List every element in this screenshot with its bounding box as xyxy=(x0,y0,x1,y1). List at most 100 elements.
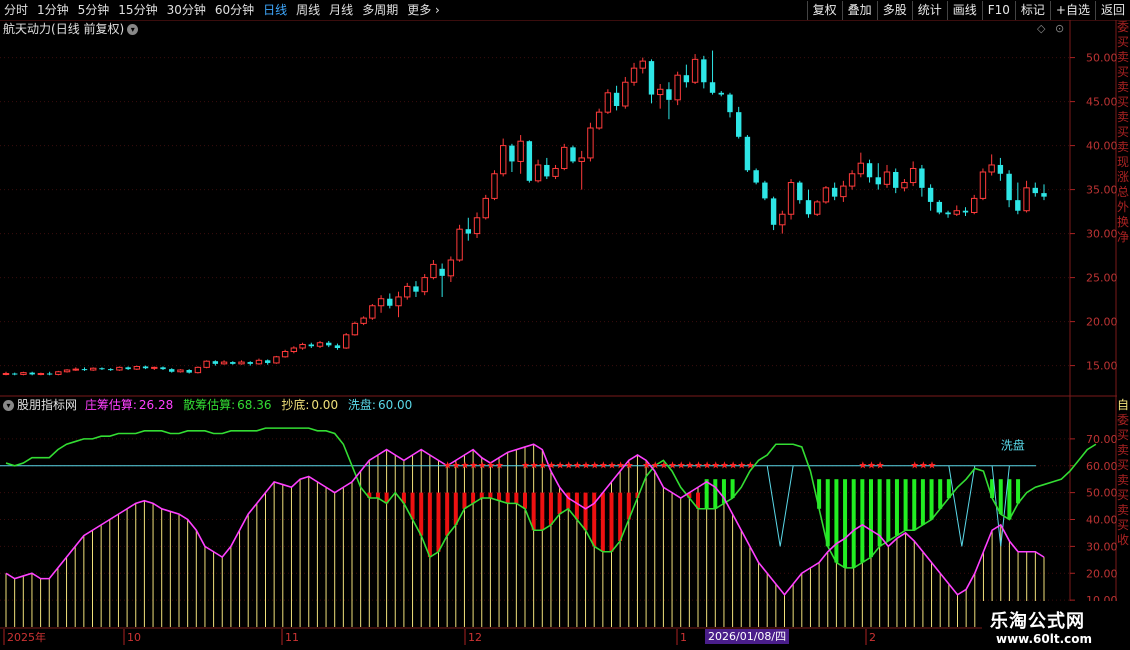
red-bar xyxy=(574,492,579,520)
star-marker: ★ xyxy=(486,460,495,471)
red-bar xyxy=(548,492,553,525)
star-marker: ★ xyxy=(530,460,539,471)
star-marker: ★ xyxy=(478,460,487,471)
candle-body xyxy=(316,342,324,347)
star-marker: ★ xyxy=(616,460,625,471)
red-bar xyxy=(453,492,458,525)
star-marker: ★ xyxy=(720,460,729,471)
red-bar xyxy=(505,492,510,504)
star-marker: ★ xyxy=(573,460,582,471)
candle-body xyxy=(37,373,45,376)
candle-body xyxy=(736,112,742,137)
side-indicator-char: 买 xyxy=(1117,518,1130,532)
candle-body xyxy=(840,185,847,198)
green-bar xyxy=(929,479,934,520)
candle-body xyxy=(701,59,707,83)
candle-body xyxy=(447,259,455,277)
side-quote-char: 换 xyxy=(1117,215,1130,229)
candle-body xyxy=(727,94,733,113)
candle-body xyxy=(509,145,515,162)
watermark-url: www.60lt.com xyxy=(996,632,1093,646)
candle-body xyxy=(587,127,594,159)
candle-body xyxy=(753,170,759,183)
candle-body xyxy=(848,173,856,187)
candle-body xyxy=(604,92,612,113)
candle-body xyxy=(238,361,245,365)
candle-body xyxy=(1006,173,1012,201)
y-tick-label: 20.00 xyxy=(1086,316,1118,329)
candle-body xyxy=(770,198,777,225)
candle-body xyxy=(648,61,655,95)
side-indicator-char: 自 xyxy=(1117,398,1130,412)
candle-body xyxy=(369,305,376,319)
candle-body xyxy=(299,343,306,349)
y-tick-label: 40.00 xyxy=(1086,514,1118,527)
red-bar xyxy=(375,492,380,498)
red-bar xyxy=(462,492,467,509)
time-label: 2 xyxy=(869,631,876,644)
candle-body xyxy=(125,367,131,370)
y-tick-label: 70.00 xyxy=(1086,433,1118,446)
candle-body xyxy=(281,351,289,358)
candle-body xyxy=(116,366,123,371)
candle-body xyxy=(883,171,891,185)
star-marker: ★ xyxy=(538,460,547,471)
candle-body xyxy=(20,372,27,375)
side-quote-char: 外 xyxy=(1117,200,1130,214)
candle-body xyxy=(133,365,141,370)
time-label: 2025年 xyxy=(7,630,46,644)
candle-body xyxy=(421,277,428,293)
candle-body xyxy=(203,360,210,368)
star-marker: ★ xyxy=(694,460,703,471)
side-quote-char: 总 xyxy=(1117,185,1130,199)
y-tick-label: 50.00 xyxy=(1086,487,1118,500)
candle-body xyxy=(482,197,489,219)
candle-body xyxy=(194,366,202,374)
star-marker: ★ xyxy=(443,460,452,471)
candle-body xyxy=(544,164,550,177)
candle-body xyxy=(875,177,881,185)
star-marker: ★ xyxy=(547,460,556,471)
candle-body xyxy=(413,286,419,292)
candle-body xyxy=(90,367,97,371)
y-tick-label: 50.00 xyxy=(1086,52,1118,65)
candle-body xyxy=(762,182,768,199)
candle-body xyxy=(1015,200,1021,211)
red-bar xyxy=(436,492,441,552)
candle-body xyxy=(866,163,873,178)
side-quote-char: 卖 xyxy=(1117,80,1130,94)
candle-body xyxy=(63,369,71,373)
star-marker: ★ xyxy=(685,460,694,471)
green-bar xyxy=(860,479,865,563)
candle-body xyxy=(666,89,672,100)
candle-body xyxy=(1023,187,1030,212)
candle-body xyxy=(517,140,524,162)
candle-body xyxy=(909,167,917,184)
candle-body xyxy=(893,172,899,188)
side-quote-char: 现 xyxy=(1117,155,1130,169)
side-indicator-panel: 自委买卖买卖买卖买收 xyxy=(1117,398,1130,628)
candle-body xyxy=(160,367,166,370)
candle-body xyxy=(377,298,385,307)
candle-body xyxy=(744,136,751,171)
candle-body xyxy=(55,371,62,375)
star-marker: ★ xyxy=(711,460,720,471)
candle-body xyxy=(308,344,314,347)
candle-body xyxy=(919,168,925,188)
red-bar xyxy=(488,492,493,498)
candle-body xyxy=(46,373,53,375)
candle-body xyxy=(945,212,951,215)
red-bar xyxy=(531,492,536,531)
candle-body xyxy=(622,81,629,107)
candle-body xyxy=(595,111,603,129)
chart-canvas[interactable]: 50.00 45.00 40.00 35.00 30.00 25.00 20.00 15.00… xyxy=(0,0,1130,650)
candle-body xyxy=(12,373,18,375)
candle-body xyxy=(927,187,934,202)
watermark: 乐淘公式网 www.60lt.com xyxy=(982,601,1130,650)
time-label: 10 xyxy=(127,631,141,644)
candle-body xyxy=(901,182,908,189)
side-quote-panel: 委买卖买卖买卖买卖现涨总外换净 xyxy=(1117,20,1130,395)
candle-body xyxy=(334,345,341,348)
candle-body xyxy=(107,369,114,371)
green-bar xyxy=(1016,479,1021,504)
